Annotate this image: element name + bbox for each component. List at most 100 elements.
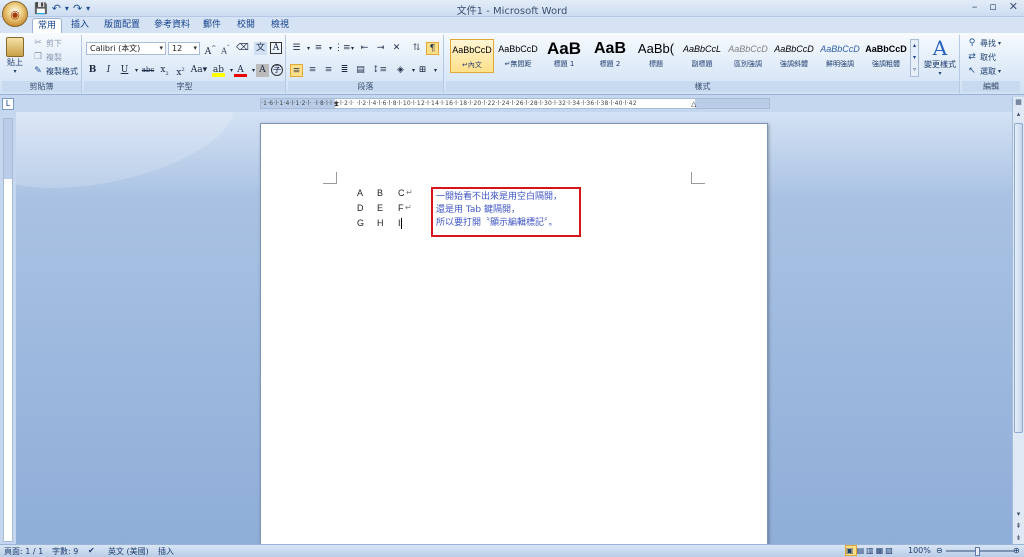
next-page-icon[interactable]: ⇟	[1013, 533, 1024, 544]
bold-button[interactable]: B	[86, 64, 99, 77]
find-button[interactable]: ⚲ 尋找 ▾	[966, 38, 1001, 49]
format-painter-button[interactable]: ✎ 複製格式	[32, 66, 78, 77]
tab-home[interactable]: 常用	[32, 18, 62, 33]
char-shading-icon[interactable]: A	[256, 64, 269, 77]
insert-mode[interactable]: 插入	[158, 546, 174, 557]
ruler-toggle-icon[interactable]: ▦	[1013, 97, 1024, 108]
style-heading-1[interactable]: AaB 標題 1	[542, 39, 586, 73]
cut-button[interactable]: ✂ 剪下	[32, 38, 62, 49]
vertical-ruler[interactable]	[3, 118, 13, 542]
distribute-icon[interactable]: ▤	[354, 64, 367, 77]
tab-selector-icon[interactable]: L	[2, 98, 14, 110]
change-styles-button[interactable]: A 變更樣式 ▾	[922, 37, 958, 77]
style-emphasis[interactable]: AaBbCcD 強調斜體	[772, 39, 816, 73]
decrease-indent-icon[interactable]: ⇤	[358, 42, 371, 55]
show-marks-icon[interactable]: ¶	[426, 42, 439, 55]
char-border-icon[interactable]: A	[270, 42, 282, 54]
align-center-icon[interactable]: ≡	[306, 64, 319, 77]
page-count[interactable]: 頁面: 1 / 1	[4, 546, 43, 557]
grow-font-button[interactable]: A^	[204, 42, 217, 57]
select-arrow-icon: ↖	[968, 66, 976, 76]
style-normal[interactable]: AaBbCcD ↵內文	[450, 39, 494, 73]
table-row[interactable]: G H I	[357, 218, 417, 232]
left-indent-marker[interactable]: ⧗	[334, 99, 339, 108]
maximize-button[interactable]: ▫	[989, 0, 996, 13]
draft-icon[interactable]: ▧	[885, 546, 895, 555]
font-family-select[interactable]: Calibri (本文) ▾	[86, 42, 166, 55]
ribbon-tabs: 常用 插入 版面配置 參考資料 郵件 校閱 檢視	[0, 17, 1024, 33]
zoom-level[interactable]: 100%	[908, 546, 931, 555]
shrink-font-button[interactable]: Aˇ	[219, 42, 232, 56]
zoom-slider-handle[interactable]	[975, 547, 980, 556]
scrollbar-thumb[interactable]	[1014, 123, 1023, 433]
align-left-icon[interactable]: ≡	[290, 64, 303, 77]
increase-indent-icon[interactable]: ⇥	[374, 42, 387, 55]
sort-icon[interactable]: ⇅	[410, 42, 423, 55]
change-case-button[interactable]: Aa▾	[190, 64, 208, 77]
tab-mailings[interactable]: 郵件	[198, 18, 226, 33]
print-layout-icon[interactable]: ▣	[845, 545, 857, 556]
select-button[interactable]: ↖ 選取 ▾	[966, 66, 1001, 77]
style-heading-2[interactable]: AaB 標題 2	[588, 39, 632, 73]
highlight-icon[interactable]: ab	[212, 64, 225, 77]
language-indicator[interactable]: 英文 (美國)	[108, 546, 149, 557]
shading-icon[interactable]: ◈	[394, 64, 407, 77]
copy-button[interactable]: ❐ 複製	[32, 52, 62, 63]
paste-button[interactable]: 貼上 ▾	[6, 37, 24, 75]
zoom-slider[interactable]	[946, 550, 1014, 552]
outline-icon[interactable]: ▦	[876, 546, 886, 555]
enclose-char-icon[interactable]: 字	[271, 64, 283, 76]
scroll-down-arrow[interactable]: ▾	[1013, 509, 1024, 520]
cell-b: E	[377, 203, 384, 213]
phonetic-guide-icon[interactable]: 文	[254, 42, 267, 55]
close-button[interactable]: ✕	[1009, 0, 1018, 13]
borders-icon[interactable]: ⊞	[416, 64, 429, 77]
tab-insert[interactable]: 插入	[66, 18, 94, 33]
style-intense-emphasis[interactable]: AaBbCcD 鮮明強調	[818, 39, 862, 73]
styles-scroll[interactable]: ▴ ▾ ▿	[910, 39, 919, 77]
superscript-button[interactable]: x2	[174, 64, 187, 78]
right-indent-marker[interactable]: △	[691, 99, 697, 108]
tab-page-layout[interactable]: 版面配置	[100, 18, 144, 33]
replace-icon: ⇄	[968, 52, 976, 62]
vertical-scrollbar[interactable]: ▦ ▴ ▾ ⇞ ⇟	[1012, 97, 1024, 544]
style-subtitle[interactable]: AaBbCcL 副標題	[680, 39, 724, 73]
clear-format-icon[interactable]: ⌫	[236, 42, 249, 55]
table-row[interactable]: D E F ↵	[357, 203, 417, 217]
copy-icon: ❐	[33, 52, 43, 62]
office-button[interactable]: ◉	[2, 1, 28, 27]
cell-a: G	[357, 218, 365, 228]
document-page[interactable]: A B C ↵ D E F ↵ G H I 一開始看不出來是用空白隔開， 還是用…	[260, 123, 768, 544]
strikethrough-button[interactable]: abc	[140, 64, 156, 77]
minimize-button[interactable]: –	[972, 0, 978, 13]
word-count[interactable]: 字數: 9	[52, 546, 78, 557]
prev-page-icon[interactable]: ⇞	[1013, 521, 1024, 532]
subscript-button[interactable]: x2	[158, 64, 171, 77]
italic-button[interactable]: I	[102, 64, 115, 77]
tab-view[interactable]: 檢視	[266, 18, 294, 33]
cell-c: F	[398, 203, 404, 213]
style-no-spacing[interactable]: AaBbCcD ↵無間距	[496, 39, 540, 73]
align-right-icon[interactable]: ≡	[322, 64, 335, 77]
font-size-select[interactable]: 12 ▾	[168, 42, 200, 55]
tab-references[interactable]: 參考資料	[150, 18, 194, 33]
style-strong[interactable]: AaBbCcD 強調粗體	[864, 39, 908, 73]
full-screen-icon[interactable]: ▤	[857, 546, 867, 555]
scroll-up-arrow[interactable]: ▴	[1013, 109, 1024, 120]
style-subtle-emphasis[interactable]: AaBbCcD 區別強調	[726, 39, 770, 73]
table-row[interactable]: A B C ↵	[357, 188, 417, 202]
borders-dropdown-icon[interactable]: ▾	[429, 64, 442, 77]
tab-review[interactable]: 校閱	[232, 18, 260, 33]
web-layout-icon[interactable]: ▥	[866, 546, 876, 555]
line-spacing-icon[interactable]: ↕≡	[372, 64, 387, 77]
asian-layout-icon[interactable]: ✕	[390, 42, 403, 55]
style-title[interactable]: AaBb( 標題	[634, 39, 678, 73]
justify-icon[interactable]: ≣	[338, 64, 351, 77]
crop-mark-right	[691, 172, 705, 184]
horizontal-ruler[interactable]: ·1·6·l·1·4·l·1·2·l· ·l·8·l·l·4·l·2·l· ·l…	[260, 98, 770, 109]
replace-button[interactable]: ⇄ 取代	[966, 52, 996, 63]
font-color-icon[interactable]: A	[234, 64, 247, 77]
zoom-in-icon[interactable]: ⊕	[1013, 546, 1020, 555]
proofing-icon[interactable]: ✔	[88, 546, 95, 555]
zoom-out-icon[interactable]: ⊖	[936, 546, 943, 555]
